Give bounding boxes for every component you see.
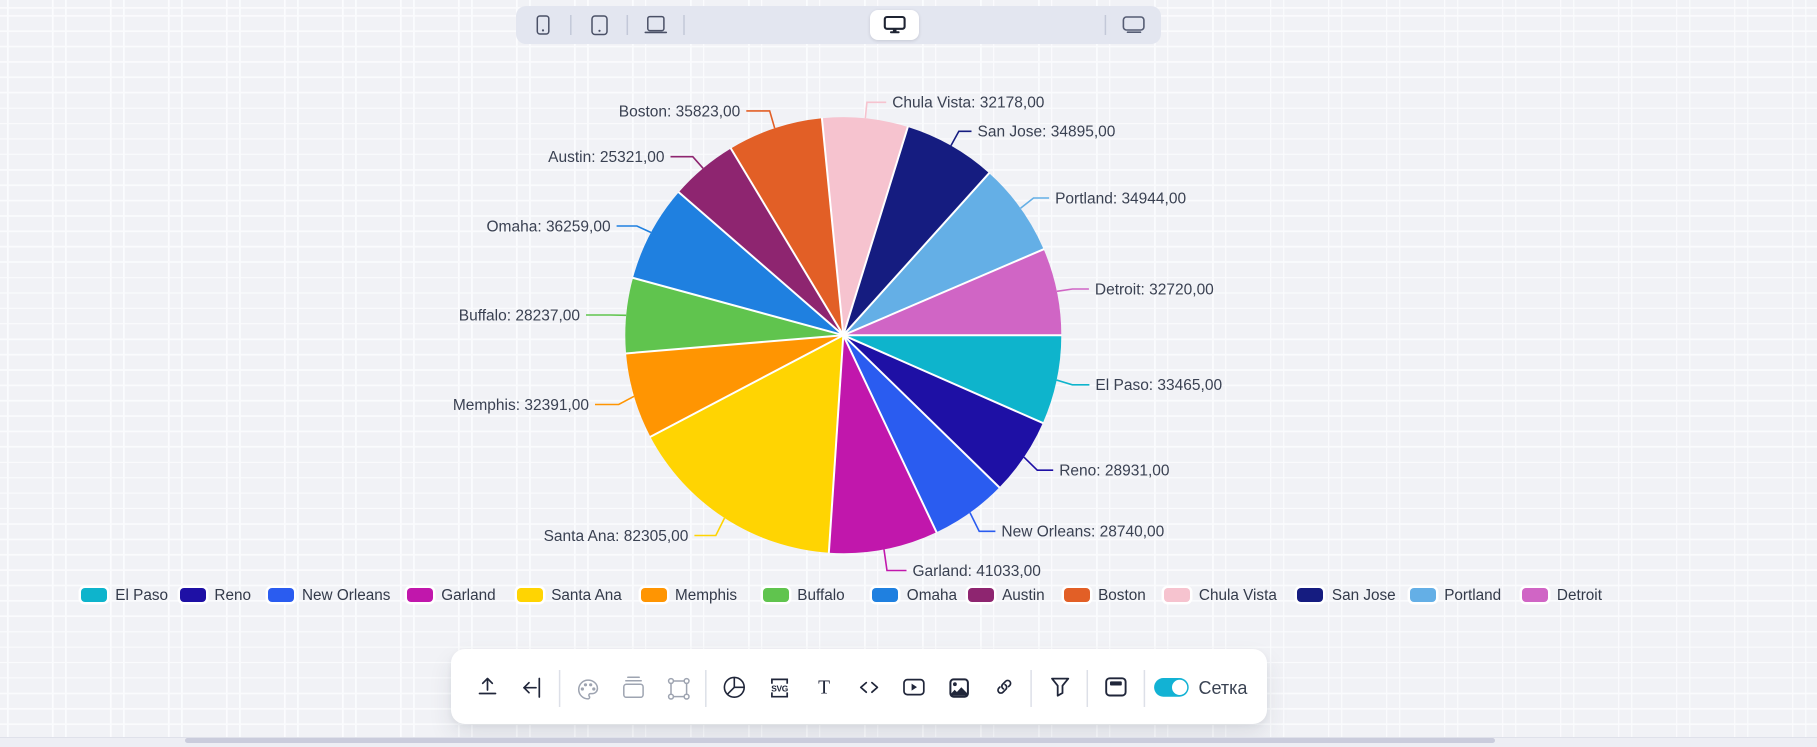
svg-text:T: T <box>818 677 830 698</box>
svg-text:SVG: SVG <box>771 683 788 693</box>
